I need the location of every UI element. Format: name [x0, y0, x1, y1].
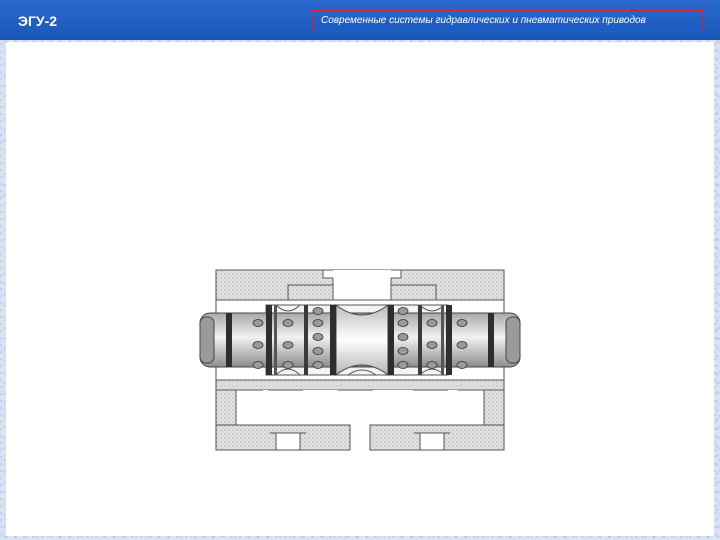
subtitle-box: Современные системы гидравлических и пне…: [312, 10, 704, 32]
slide-title: ЭГУ-2: [18, 13, 58, 29]
housing-top: [215, 269, 505, 301]
spool-valve-diagram: [199, 269, 521, 451]
spool: [199, 303, 521, 377]
slide-subtitle: Современные системы гидравлических и пне…: [321, 15, 646, 26]
housing-bottom: [215, 379, 505, 451]
header-bar: ЭГУ-2 Современные системы гидравлических…: [0, 0, 720, 40]
